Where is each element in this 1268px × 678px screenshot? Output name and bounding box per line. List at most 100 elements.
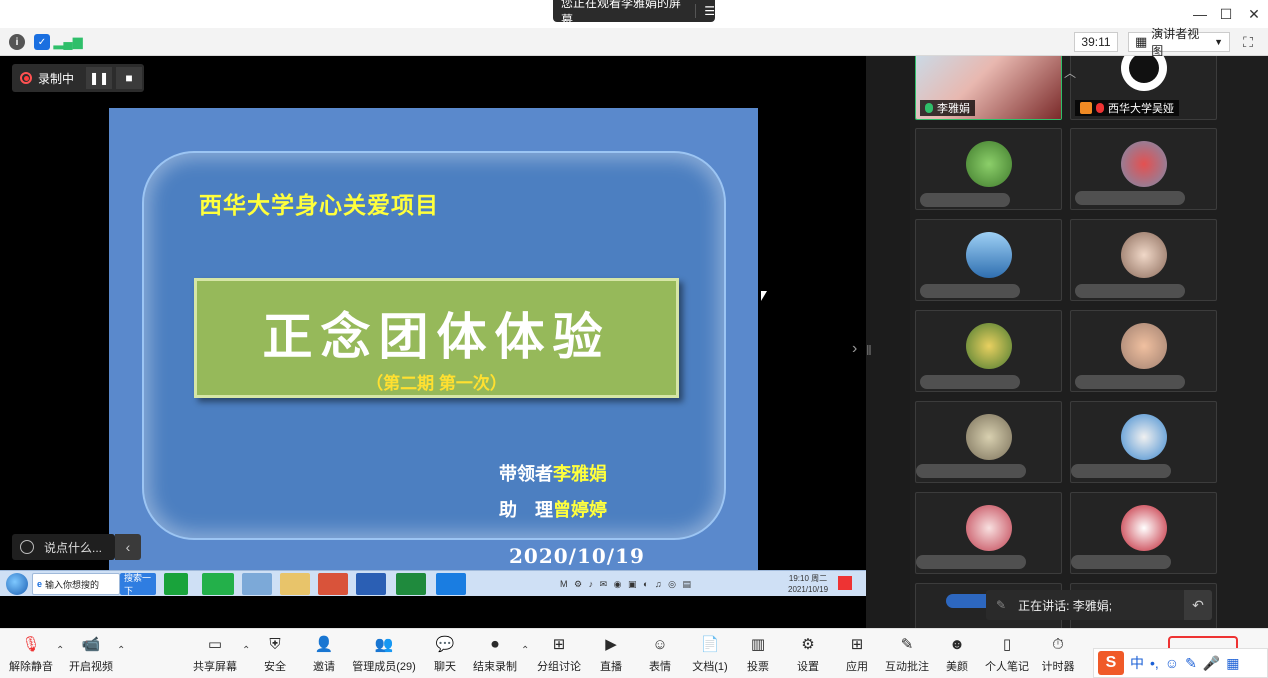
clock-time: 19:10 周二 <box>788 574 828 583</box>
participant-avatar <box>966 232 1012 278</box>
assistant-label: 助 理 <box>499 500 553 520</box>
participant-avatar <box>966 505 1012 551</box>
notes-button[interactable]: ▯ 个人笔记 <box>984 633 1030 677</box>
settings-button[interactable]: ⚙ 设置 <box>795 633 821 677</box>
info-icon[interactable]: i <box>9 34 25 50</box>
apps-button[interactable]: ⊞ 应用 <box>844 633 870 677</box>
poll-button[interactable]: ▥ 投票 <box>745 633 771 677</box>
manage-members-label: 管理成员(29) <box>352 661 416 673</box>
breakout-button[interactable]: ⊞ 分组讨论 <box>536 633 582 677</box>
invite-button[interactable]: 👤 邀请 <box>311 633 337 677</box>
word-icon <box>356 573 386 595</box>
participant-tile[interactable] <box>915 219 1062 301</box>
host-icon <box>1080 102 1092 114</box>
fullscreen-icon[interactable]: ⛶ <box>1238 32 1258 52</box>
collapse-chat-button[interactable]: ‹ <box>115 534 141 560</box>
leader-label: 带领者 <box>499 464 553 484</box>
share-screen-label: 共享屏幕 <box>193 661 237 673</box>
stop-record-icon: ⏺ <box>491 635 499 653</box>
start-video-button[interactable]: 📹 开启视频 <box>68 633 114 677</box>
close-icon[interactable]: ✕ <box>1240 3 1268 25</box>
beauty-button[interactable]: ☻ 美颜 <box>944 633 970 677</box>
participant-tile[interactable] <box>1070 310 1217 392</box>
maximize-icon[interactable]: ☐ <box>1212 3 1240 25</box>
record-icon <box>20 72 32 84</box>
emoji-icon: ☺ <box>652 635 668 653</box>
video-off-icon: 📹 <box>81 636 101 653</box>
chevron-up-icon[interactable]: ⌃ <box>117 645 125 656</box>
unmute-label: 解除静音 <box>9 661 53 673</box>
share-screen-button[interactable]: ▭ 共享屏幕 <box>192 633 238 677</box>
participant-tile[interactable] <box>915 401 1062 483</box>
chevron-up-icon[interactable]: ⌃ <box>242 645 250 656</box>
participant-tile[interactable] <box>1070 128 1217 210</box>
participant-tile[interactable]: 李雅娟 <box>915 56 1062 120</box>
participant-tile[interactable]: 西华大学吴娅 <box>1070 56 1217 120</box>
mic-icon[interactable]: 🎤 <box>1203 655 1220 672</box>
minimize-icon[interactable]: — <box>1186 3 1214 25</box>
resize-grip-icon[interactable]: ‖ <box>866 342 872 368</box>
wechat-icon <box>202 573 234 595</box>
live-button[interactable]: ▶ 直播 <box>598 633 624 677</box>
participant-tile[interactable] <box>1070 219 1217 301</box>
grid-icon[interactable]: ▦ <box>1226 655 1239 672</box>
security-button[interactable]: ⛨ 安全 <box>262 633 288 677</box>
participant-tile[interactable] <box>1070 492 1217 574</box>
sogou-ime-icon[interactable]: S <box>1098 651 1124 675</box>
pen-icon[interactable]: ✎ <box>1185 655 1197 672</box>
chevron-up-icon[interactable]: ⌃ <box>521 645 529 656</box>
add-user-icon: 👤 <box>314 636 334 653</box>
chat-button[interactable]: 💬 聊天 <box>432 633 458 677</box>
breakout-icon: ⊞ <box>552 636 566 653</box>
participant-tile[interactable] <box>1070 401 1217 483</box>
active-speaker-bar: ✎ 正在讲话: 李雅娟; ↶ <box>986 590 1212 620</box>
ime-toolbar: S 中 •, ☺ ✎ 🎤 ▦ <box>1093 648 1268 678</box>
shield-icon[interactable]: ✓ <box>34 34 50 50</box>
poll-icon: ▥ <box>750 636 766 653</box>
reactions-button[interactable]: ☺ 表情 <box>647 633 673 677</box>
taskbar-clock: 19:10 周二 2021/10/19 <box>788 573 828 595</box>
pause-record-button[interactable]: ❚❚ <box>86 67 113 89</box>
share-notice[interactable]: 您正在观看李雅娟的屏幕 ☰ <box>553 0 715 27</box>
participant-avatar <box>966 323 1012 369</box>
emoji-icon[interactable]: ☺ <box>1165 655 1179 671</box>
mic-muted-icon: ✎ <box>996 598 1007 612</box>
participant-tile[interactable] <box>915 492 1062 574</box>
participant-name-tag: 西华大学吴娅 <box>1075 100 1179 116</box>
list-icon[interactable]: ☰ <box>704 4 715 18</box>
emoji-icon[interactable] <box>20 540 34 554</box>
documents-button[interactable]: 📄 文档(1) <box>690 633 730 677</box>
return-icon[interactable]: ↶ <box>1184 590 1212 620</box>
meeting-app-icon <box>436 573 466 595</box>
stop-record-button[interactable]: ■ <box>116 67 143 89</box>
participant-tile[interactable] <box>915 310 1062 392</box>
panel-divider[interactable]: › ‖ <box>852 56 910 628</box>
signal-icon[interactable]: ▂▄▆ <box>53 34 82 50</box>
breakout-label: 分组讨论 <box>537 661 581 673</box>
punctuation-icon[interactable]: •, <box>1150 655 1159 671</box>
slide-subtitle: （第二期 第一次） <box>366 374 507 393</box>
slide-date: 2020/10/19 <box>509 544 645 568</box>
unmute-button[interactable]: 🎙 解除静音 <box>8 633 54 677</box>
notes-label: 个人笔记 <box>985 661 1029 673</box>
mic-muted-icon <box>1096 103 1104 113</box>
document-icon: 📄 <box>700 636 720 653</box>
chevron-up-icon[interactable]: ⌃ <box>56 645 64 656</box>
manage-members-button[interactable]: 👥 管理成员(29) <box>352 633 416 677</box>
stop-recording-button[interactable]: ⏺ 结束录制 <box>472 633 518 677</box>
chat-quick-input[interactable]: 说点什么... <box>12 534 115 560</box>
view-switch-button[interactable]: ▦ 演讲者视图 ▼ <box>1128 27 1230 58</box>
shared-screen-area: 录制中 ❚❚ ■ 西华大学身心关爱项目 正念团体体验 （第二期 第一次） 带领者… <box>0 56 866 628</box>
meeting-info-bar: i ✓ ▂▄▆ 39:11 ▦ 演讲者视图 ▼ ⛶ <box>0 27 1268 58</box>
ie-icon: e <box>37 579 43 589</box>
ime-mode[interactable]: 中 <box>1130 653 1144 673</box>
taskbar-search-text: 输入你想搜的 <box>45 579 100 590</box>
beauty-icon: ☻ <box>949 635 965 653</box>
video-player-icon <box>164 573 188 595</box>
chevron-up-icon[interactable]: ︿ <box>1064 64 1076 81</box>
annotate-button[interactable]: ✎ 互动批注 <box>884 633 930 677</box>
timer-button[interactable]: ⏱ 计时器 <box>1040 633 1076 677</box>
chevron-right-icon[interactable]: › <box>852 340 857 358</box>
participant-tile[interactable] <box>915 128 1062 210</box>
documents-label: 文档(1) <box>692 661 728 673</box>
